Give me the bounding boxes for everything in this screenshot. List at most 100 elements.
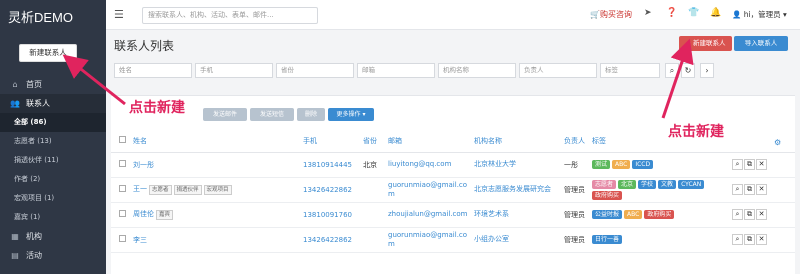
table-row[interactable]: 李三 13426422862 guorunmiao@gmail.com 小组办公… [111,227,795,253]
contact-phone[interactable]: 13426422862 [301,227,361,253]
contact-org[interactable]: 小组办公室 [472,227,562,253]
search-icon[interactable]: ⌕ [732,234,743,245]
tag-badge[interactable]: 学校 [638,179,657,189]
contact-org[interactable]: 北京林业大学 [472,152,562,178]
contact-group-chip[interactable]: 志愿者 [149,185,172,195]
tag-badge[interactable]: 文教 [658,179,677,189]
copy-icon[interactable]: ⧉ [744,159,755,170]
new-contact-button[interactable]: + 新建联系人 [679,36,732,51]
bell-icon[interactable]: 🔔 [710,8,721,18]
tag-badge[interactable]: ABC [624,210,643,219]
select-all-checkbox[interactable] [119,136,126,144]
contact-email[interactable]: zhoujialun@gmail.com [386,202,472,228]
col-name[interactable]: 姓名 [131,130,301,153]
sidebar-item-events[interactable]: ▤ 活动 [0,246,106,265]
contact-phone[interactable]: 13426422862 [301,177,361,203]
sidebar-sub-project[interactable]: 宏观项目 (1) [0,189,106,208]
contact-group-chip[interactable]: 宏观项目 [203,185,232,195]
more-actions-button[interactable]: 更多操作 ▾ [328,108,374,121]
contact-email[interactable]: guorunmiao@gmail.com [386,177,472,203]
tag-badge[interactable]: CYCAN [678,179,705,189]
contact-email[interactable]: guorunmiao@gmail.com [386,227,472,253]
tag-badge[interactable]: 政府购买 [644,210,675,219]
row-checkbox[interactable] [119,235,126,242]
delete-button[interactable]: 删除 [297,108,325,121]
copy-icon[interactable]: ⧉ [744,234,755,245]
sidebar-new-contact-button[interactable]: 新建联系人 [19,44,77,62]
row-actions: ⌕ ⧉ ✕ [730,152,795,178]
sidebar-item-label: 机构 [26,232,42,241]
tag-badge[interactable]: 测试 [592,160,611,169]
close-icon[interactable]: ✕ [756,234,767,245]
search-icon[interactable]: ⌕ [732,209,743,220]
tag-badge[interactable]: ICCD [632,160,654,169]
sidebar-sub-volunteer[interactable]: 志愿者 (13) [0,132,106,151]
col-phone[interactable]: 手机 [301,130,361,153]
sidebar-sub-author[interactable]: 作者 (2) [0,170,106,189]
sidebar-sub-guest[interactable]: 嘉宾 (1) [0,208,106,227]
tag-badge[interactable]: 日行一善 [592,235,623,244]
table-row[interactable]: 周佳伦 嘉宾 13810091760 zhoujialun@gmail.com 环… [111,202,795,228]
send-sms-button[interactable]: 发送短信 [250,108,294,121]
table-row[interactable]: 王一 志愿者 捐透伙伴 宏观项目 13426422862 guorunmiao@gma… [111,177,795,203]
sidebar-item-home[interactable]: ⌂ 首页 [0,75,106,94]
tag-badge[interactable]: 北京 [618,179,637,189]
chevron-right-icon[interactable]: › [700,63,714,78]
menu-icon[interactable]: ☰ [114,8,124,21]
sidebar-sub-all[interactable]: 全部 (86) [0,113,106,132]
contact-phone[interactable]: 13810091760 [301,202,361,228]
copy-icon[interactable]: ⧉ [744,184,755,195]
close-icon[interactable]: ✕ [756,184,767,195]
col-owner[interactable]: 负责人 [562,130,590,153]
contact-group-chip[interactable]: 嘉宾 [156,210,174,220]
filter-owner-select[interactable]: 负责人 [519,63,597,78]
contact-org[interactable]: 北京志愿服务发展研究会 [472,177,562,203]
sidebar-item-contacts[interactable]: 👥 联系人 [0,94,106,113]
tag-badge[interactable]: 志愿者 [592,179,617,189]
tag-badge[interactable]: ABC [612,160,631,169]
send-email-button[interactable]: 发送邮件 [203,108,247,121]
contact-email[interactable]: liuyitong@qq.com [386,152,472,178]
table-row[interactable]: 刘一彤 13810914445 北京 liuyitong@qq.com 北京林业… [111,152,795,178]
filter-phone-input[interactable]: 手机 [195,63,273,78]
search-icon[interactable]: ⌕ [732,184,743,195]
filter-org-input[interactable]: 机构名称 [438,63,516,78]
help-icon[interactable]: ❓ [666,8,677,18]
copy-icon[interactable]: ⧉ [744,209,755,220]
sidebar-item-orgs[interactable]: ▦ 机构 [0,227,106,246]
send-icon[interactable]: ➤ [644,8,652,18]
filter-email-input[interactable]: 邮箱 [357,63,435,78]
global-search-input[interactable]: 搜索联系人、机构、活动、表单、邮件... [142,7,318,24]
close-icon[interactable]: ✕ [756,209,767,220]
col-org[interactable]: 机构名称 [472,130,562,153]
contact-org[interactable]: 环境艺术系 [472,202,562,228]
contact-owner: 管理员 [562,202,590,228]
search-icon[interactable]: ⌕ [665,63,679,78]
close-icon[interactable]: ✕ [756,159,767,170]
shirt-icon[interactable]: 👕 [688,8,699,18]
contact-name-link[interactable]: 周佳伦 [133,210,154,218]
contact-name-link[interactable]: 李三 [133,236,147,244]
row-checkbox[interactable] [119,210,126,217]
search-icon[interactable]: ⌕ [732,159,743,170]
sidebar-sub-partner[interactable]: 捐透伙伴 (11) [0,151,106,170]
row-checkbox[interactable] [119,160,126,167]
tag-badge[interactable]: 政府购买 [592,190,623,200]
refresh-icon[interactable]: ↻ [681,63,695,78]
col-email[interactable]: 邮箱 [386,130,472,153]
home-icon: ⌂ [12,80,18,89]
tag-badge[interactable]: 公益时报 [592,210,623,219]
col-province[interactable]: 省份 [361,130,386,153]
contact-group-chip[interactable]: 捐透伙伴 [173,185,202,195]
filter-name-input[interactable]: 姓名 [114,63,192,78]
filter-province-select[interactable]: 省份 [276,63,354,78]
buy-consult-link[interactable]: 🛒购买咨询 [590,9,632,20]
brand-logo[interactable]: 灵析DEMO [0,0,106,36]
user-menu[interactable]: 👤 hi，管理员 ▾ [732,9,787,20]
contact-name-link[interactable]: 刘一彤 [133,161,154,169]
contact-name-link[interactable]: 王一 [133,185,147,193]
filter-tag-input[interactable]: 标签 [600,63,660,78]
row-checkbox[interactable] [119,185,126,192]
contact-phone[interactable]: 13810914445 [301,152,361,178]
import-contact-button[interactable]: 导入联系人 [734,36,788,51]
